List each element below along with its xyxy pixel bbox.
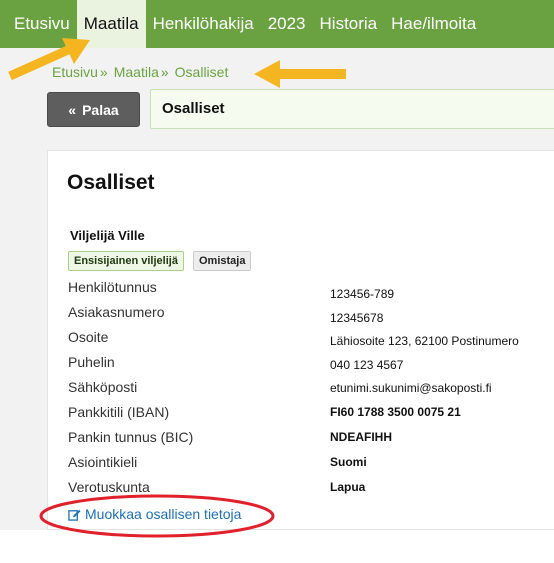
- value-osoite: Lähiosoite 123, 62100 Postinumero: [330, 334, 519, 348]
- label-henkilotunnus: Henkilötunnus: [68, 279, 157, 295]
- breadcrumb-separator: »: [160, 64, 169, 80]
- annotation-arrow-nav: [8, 38, 90, 81]
- value-sahkoposti: etunimi.sukunimi@sakoposti.fi: [330, 381, 492, 395]
- value-bic: NDEAFIHH: [330, 430, 392, 444]
- nav-item-2023[interactable]: 2023: [261, 0, 313, 48]
- breadcrumb-osalliset[interactable]: Osalliset: [175, 64, 229, 80]
- badge-owner: Omistaja: [193, 251, 252, 271]
- value-iban: FI60 1788 3500 0075 21: [330, 405, 461, 419]
- nav-item-hae-ilmoita[interactable]: Hae/ilmoita: [384, 0, 483, 48]
- breadcrumb-separator: »: [99, 64, 108, 80]
- nav-item-henkilohakija[interactable]: Henkilöhakija: [146, 0, 261, 48]
- label-asiointikieli: Asiointikieli: [68, 454, 138, 470]
- nav-item-historia[interactable]: Historia: [313, 0, 385, 48]
- label-iban: Pankkitili (IBAN): [68, 404, 170, 420]
- value-puhelin: 040 123 4567: [330, 358, 404, 372]
- person-name: Viljelijä Ville: [70, 228, 145, 243]
- label-sahkoposti: Sähköposti: [68, 379, 138, 395]
- value-verotuskunta: Lapua: [330, 480, 366, 494]
- label-puhelin: Puhelin: [68, 354, 115, 370]
- annotation-arrow-breadcrumb: [254, 60, 346, 88]
- label-bic: Pankin tunnus (BIC): [68, 429, 194, 445]
- badge-primary-farmer: Ensisijainen viljelijä: [68, 251, 184, 271]
- page-title: Osalliset: [150, 89, 554, 129]
- label-osoite: Osoite: [68, 329, 109, 345]
- page: Etusivu Maatila Henkilöhakija 2023 Histo…: [0, 0, 554, 563]
- value-asiakasnumero: 12345678: [330, 311, 384, 325]
- double-chevron-left-icon: «: [68, 101, 77, 118]
- value-asiointikieli: Suomi: [330, 455, 367, 469]
- breadcrumb-maatila[interactable]: Maatila: [114, 64, 159, 80]
- card-title: Osalliset: [67, 171, 155, 194]
- value-henkilotunnus: 123456-789: [330, 287, 395, 301]
- annotation-oval: [39, 494, 275, 538]
- back-button-label: Palaa: [82, 101, 119, 118]
- label-asiakasnumero: Asiakasnumero: [68, 304, 165, 320]
- back-button[interactable]: « Palaa: [47, 92, 140, 127]
